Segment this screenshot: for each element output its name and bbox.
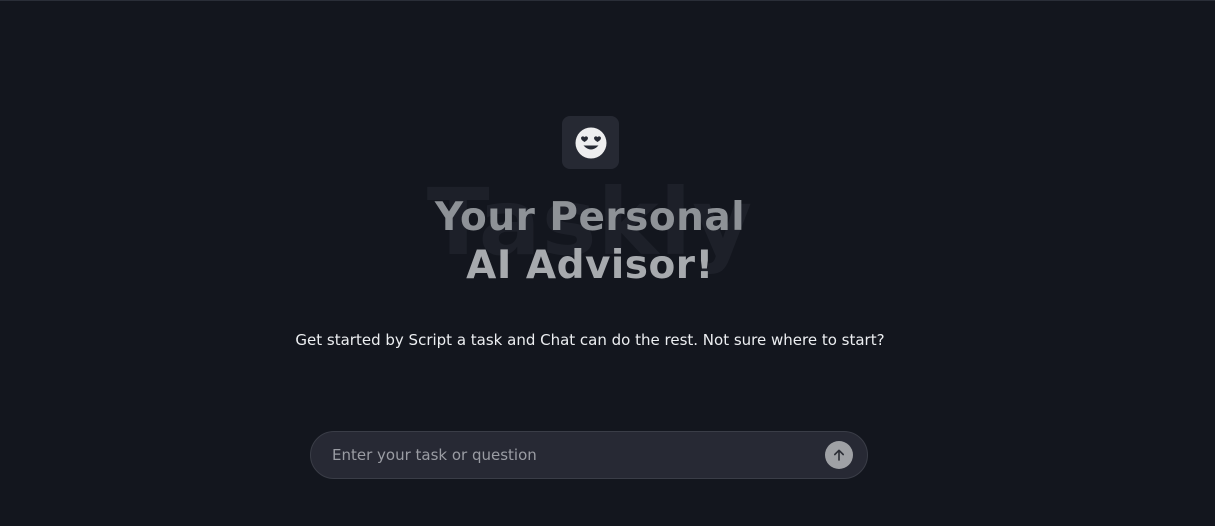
heart-eyes-smiley-icon [575, 127, 606, 158]
task-composer [310, 431, 868, 479]
hero-subtitle: Get started by Script a task and Chat ca… [295, 331, 885, 349]
hero-title-line2: AI Advisor! [466, 243, 714, 288]
top-border [0, 0, 1215, 1]
app-logo [562, 116, 619, 169]
task-input[interactable] [332, 432, 812, 478]
send-button[interactable] [825, 441, 853, 469]
arrow-up-icon [834, 449, 844, 461]
hero-title-line1: Your Personal [434, 195, 746, 240]
hero-title: Your Personal AI Advisor! [0, 194, 1180, 290]
